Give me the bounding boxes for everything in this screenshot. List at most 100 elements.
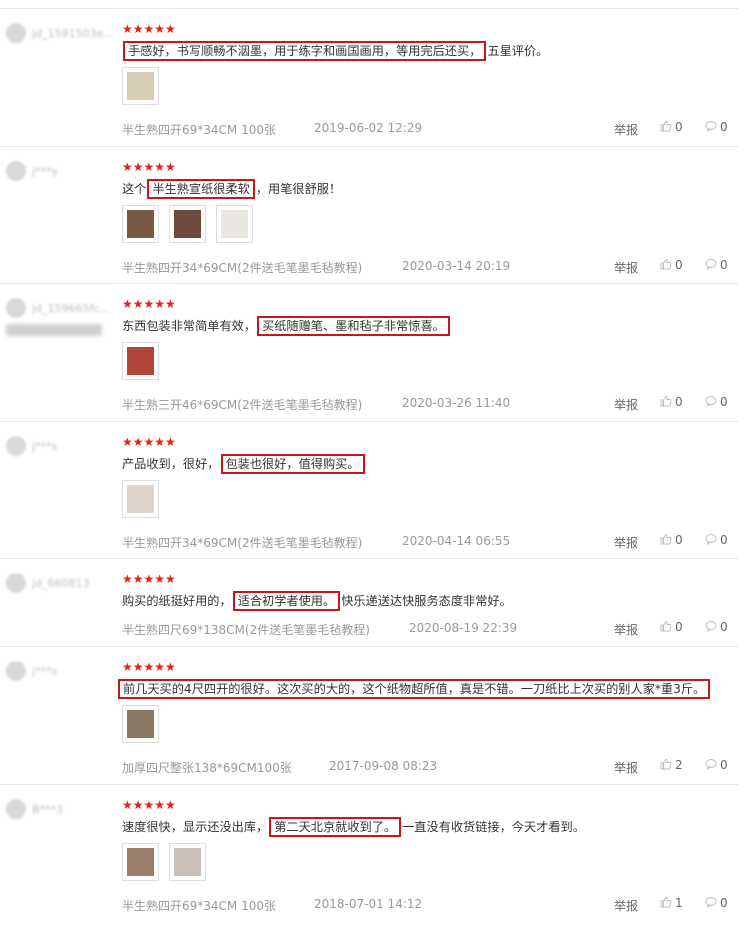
reply-button[interactable]: 0 [705, 258, 728, 272]
review-user: B***3 [6, 799, 116, 819]
review-text-pre: 速度很快，显示还没出库， [122, 820, 269, 834]
review-image[interactable] [122, 205, 159, 243]
review-text-pre: 这个 [122, 182, 147, 196]
review-list: jd_1591503e... ★★★★★ 手感好，书写顺畅不洇墨，用于练字和画国… [0, 0, 750, 940]
highlighted-text: 买纸随赠笔、墨和毡子非常惊喜。 [257, 316, 450, 336]
review-item: j***s ★★★★★ 产品收到，很好， 包装也很好，值得购买。 半生熟四开34*… [0, 421, 738, 558]
review-image[interactable] [169, 205, 206, 243]
review-image[interactable] [122, 342, 159, 380]
reply-button[interactable]: 0 [705, 758, 728, 772]
reply-count: 0 [720, 395, 728, 409]
like-button[interactable]: 0 [660, 258, 683, 272]
review-text: 购买的纸挺好用的， 适合初学者使用。 快乐递送达快服务态度非常好。 [122, 591, 512, 611]
thumbs-up-icon [660, 620, 672, 632]
comment-icon [705, 896, 717, 908]
product-spec: 半生熟四开34*69CM(2件送毛笔墨毛毡教程) [122, 536, 363, 550]
comment-icon [705, 258, 717, 270]
reply-button[interactable]: 0 [705, 395, 728, 409]
review-text: 东西包装非常简单有效， 买纸随赠笔、墨和毡子非常惊喜。 [122, 316, 451, 336]
review-image[interactable] [122, 480, 159, 518]
like-button[interactable]: 0 [660, 533, 683, 547]
like-button[interactable]: 0 [660, 620, 683, 634]
review-item: j***s ★★★★★ 前几天买的4尺四开的很好。这次买的大的，这个纸物超所值，… [0, 646, 738, 783]
like-count: 1 [675, 896, 683, 910]
report-link[interactable]: 举报 [614, 396, 638, 413]
review-date: 2020-08-19 22:39 [409, 621, 518, 635]
review-text: 产品收到，很好， 包装也很好，值得购买。 [122, 454, 366, 474]
like-button[interactable]: 1 [660, 896, 683, 910]
review-text: 这个 半生熟宣纸很柔软 ，用笔很舒服！ [122, 179, 341, 199]
review-text-post: ，用笔很舒服！ [255, 182, 342, 196]
review-text-pre: 东西包装非常简单有效， [122, 319, 257, 333]
report-link[interactable]: 举报 [614, 121, 638, 138]
username: jd_1591503e... [32, 26, 114, 40]
username: B***3 [32, 802, 64, 816]
review-image[interactable] [122, 705, 159, 743]
review-user: j***s [6, 436, 116, 456]
reply-count: 0 [720, 758, 728, 772]
report-link[interactable]: 举报 [614, 534, 638, 551]
review-user: j***y [6, 161, 116, 181]
review-user: jd_1591503e... [6, 23, 116, 43]
review-user: j***s [6, 661, 116, 681]
review-date: 2018-07-01 14:12 [314, 897, 423, 911]
like-count: 0 [675, 258, 683, 272]
comment-icon [705, 533, 717, 545]
star-rating: ★★★★★ [122, 22, 176, 36]
username: j***y [32, 164, 59, 178]
report-link[interactable]: 举报 [614, 897, 638, 914]
review-item: jd_159665fc... ★★★★★ 东西包装非常简单有效， 买纸随赠笔、墨和… [0, 283, 738, 420]
review-date: 2019-06-02 12:29 [314, 121, 423, 135]
product-spec: 加厚四尺整张138*69CM100张 [122, 761, 292, 775]
review-text-pre: 产品收到，很好， [122, 457, 220, 471]
thumbs-up-icon [660, 533, 672, 545]
product-spec: 半生熟四开34*69CM(2件送毛笔墨毛毡教程) [122, 261, 363, 275]
report-link[interactable]: 举报 [614, 621, 638, 638]
comment-icon [705, 395, 717, 407]
thumbs-up-icon [660, 758, 672, 770]
highlighted-text: 半生熟宣纸很柔软 [147, 179, 255, 199]
review-text-post: 一直没有收货链接，今天才看到。 [402, 820, 585, 834]
reply-count: 0 [720, 120, 728, 134]
star-rating: ★★★★★ [122, 660, 176, 674]
review-user: jd_159665fc... [6, 298, 116, 336]
thumbs-up-icon [660, 395, 672, 407]
avatar [6, 436, 26, 456]
review-image[interactable] [122, 67, 159, 105]
avatar [6, 161, 26, 181]
reply-count: 0 [720, 533, 728, 547]
like-count: 0 [675, 533, 683, 547]
reply-button[interactable]: 0 [705, 620, 728, 634]
review-image[interactable] [122, 843, 159, 881]
username: j***s [32, 439, 58, 453]
star-rating: ★★★★★ [122, 435, 176, 449]
reply-count: 0 [720, 620, 728, 634]
avatar [6, 799, 26, 819]
highlighted-text: 手感好，书写顺畅不洇墨，用于练字和画国画用，等用完后还买， [123, 41, 487, 61]
like-button[interactable]: 2 [660, 758, 683, 772]
review-text-post: 五星评价。 [487, 44, 549, 58]
like-button[interactable]: 0 [660, 395, 683, 409]
product-spec: 半生熟三开46*69CM(2件送毛笔墨毛毡教程) [122, 398, 363, 412]
comment-icon [705, 120, 717, 132]
reply-button[interactable]: 0 [705, 120, 728, 134]
avatar [6, 23, 26, 43]
thumbs-up-icon [660, 896, 672, 908]
review-date: 2017-09-08 08:23 [329, 759, 438, 773]
review-text-pre: 购买的纸挺好用的， [122, 594, 232, 608]
reply-count: 0 [720, 896, 728, 910]
product-spec: 半生熟四尺69*138CM(2件送毛笔墨毛毡教程) [122, 623, 370, 637]
star-rating: ★★★★★ [122, 798, 176, 812]
like-button[interactable]: 0 [660, 120, 683, 134]
report-link[interactable]: 举报 [614, 259, 638, 276]
review-item: jd_1591503e... ★★★★★ 手感好，书写顺畅不洇墨，用于练字和画国… [0, 8, 738, 145]
reply-button[interactable]: 0 [705, 896, 728, 910]
thumbs-up-icon [660, 120, 672, 132]
review-image[interactable] [169, 843, 206, 881]
report-link[interactable]: 举报 [614, 759, 638, 776]
like-count: 0 [675, 120, 683, 134]
reply-button[interactable]: 0 [705, 533, 728, 547]
username: j***s [32, 664, 58, 678]
review-image[interactable] [216, 205, 253, 243]
star-rating: ★★★★★ [122, 297, 176, 311]
